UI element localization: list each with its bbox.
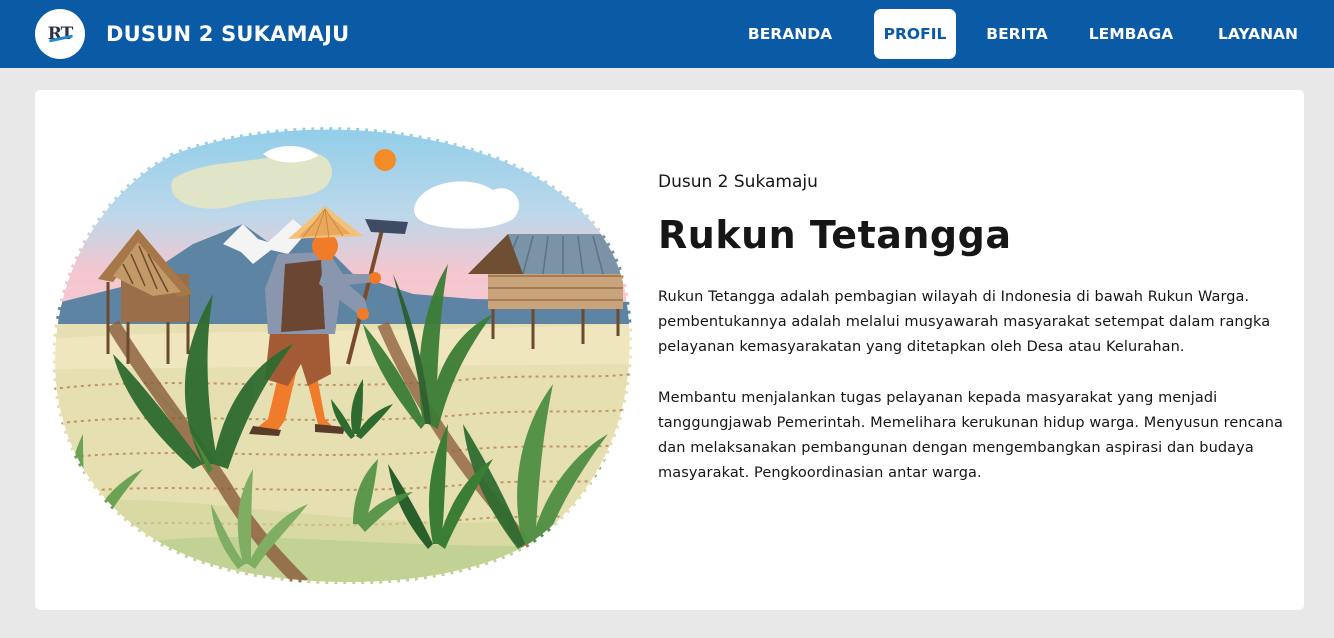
description-paragraph-2: Membantu menjalankan tugas pelayanan kep… — [658, 390, 1284, 481]
nav-item-layanan[interactable]: LAYANAN — [1203, 9, 1313, 59]
nav-item-beranda[interactable]: BERANDA — [740, 9, 840, 59]
nav-item-lembaga[interactable]: LEMBAGA — [1081, 9, 1181, 59]
profile-info: Dusun 2 Sukamaju Rukun Tetangga Rukun Te… — [658, 172, 1298, 486]
farmer-illustration — [53, 124, 633, 584]
top-navbar: RT DUSUN 2 SUKAMAJU BERANDA PROFIL BERIT… — [0, 0, 1334, 68]
page-title: Rukun Tetangga — [658, 213, 1012, 257]
profile-card: Dusun 2 Sukamaju Rukun Tetangga Rukun Te… — [35, 90, 1304, 610]
brand[interactable]: RT DUSUN 2 SUKAMAJU — [35, 9, 349, 59]
nav-item-berita[interactable]: BERITA — [972, 9, 1062, 59]
description-paragraph-1: Rukun Tetangga adalah pembagian wilayah … — [658, 289, 1271, 355]
page-subtitle: Dusun 2 Sukamaju — [658, 172, 818, 192]
rt-logo-icon[interactable]: RT — [35, 9, 85, 59]
nav-item-profil[interactable]: PROFIL — [874, 9, 956, 59]
site-title[interactable]: DUSUN 2 SUKAMAJU — [106, 22, 349, 46]
